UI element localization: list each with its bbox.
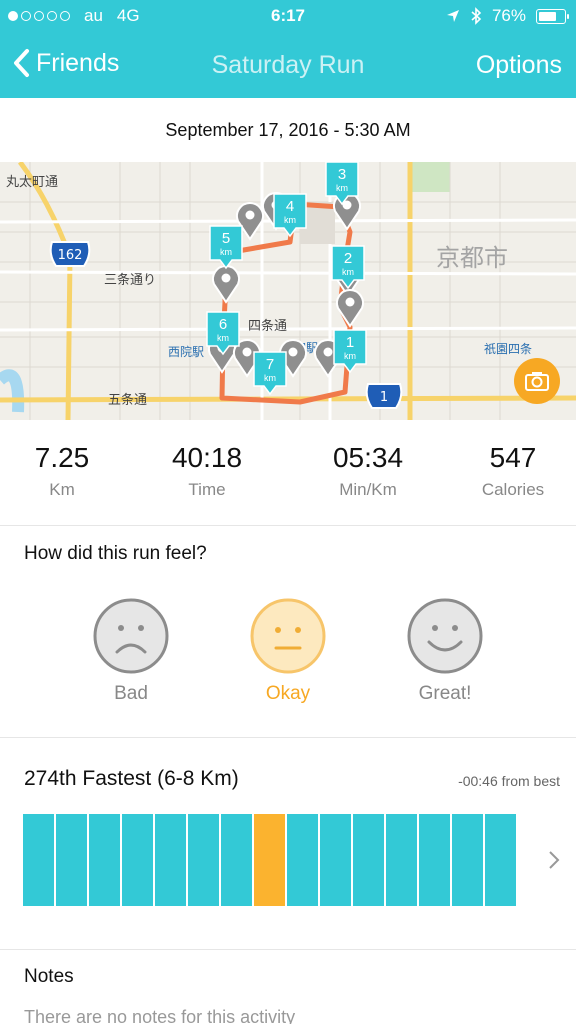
ranking-bars: [23, 814, 516, 906]
ranking-bar: [89, 814, 120, 906]
km-marker-number: 4: [286, 198, 294, 215]
km-marker-unit: km: [284, 215, 296, 225]
km-marker-number: 1: [346, 334, 354, 351]
stat-value: 40:18: [171, 442, 243, 473]
feel-great-button[interactable]: Great!: [385, 598, 505, 705]
map-label: 丸太町通: [6, 175, 58, 190]
route-1-label: 1: [380, 390, 388, 405]
status-bar: au 4G 6:17 76%: [0, 0, 576, 32]
map-label: 京都市: [436, 244, 508, 272]
happy-face-icon: [407, 598, 483, 674]
camera-icon: [525, 372, 549, 391]
battery-percent: 76%: [491, 6, 526, 25]
feel-question: How did this run feel?: [24, 543, 207, 564]
km-marker-unit: km: [217, 333, 229, 343]
route-162-shield: 162: [49, 241, 91, 267]
ranking-bar: [320, 814, 351, 906]
ranking-bar: [452, 814, 483, 906]
ranking-diff: -00:46 from best: [458, 773, 560, 789]
feel-bad-button[interactable]: Bad: [71, 598, 191, 705]
neutral-face-icon: [250, 598, 326, 674]
map-label: 三条通り: [104, 272, 156, 288]
ranking-section[interactable]: 274th Fastest (6-8 Km) -00:46 from best: [0, 738, 576, 950]
notes-text: There are no notes for this activity: [24, 1007, 296, 1024]
feel-label: Okay: [265, 683, 311, 704]
stat-label: Km: [49, 480, 75, 499]
stat-value: 05:34: [332, 442, 404, 473]
chevron-right-icon: [549, 851, 560, 869]
bluetooth-icon: [471, 7, 482, 25]
options-button[interactable]: Options: [476, 51, 562, 80]
feel-label: Great!: [418, 683, 472, 704]
sad-face-icon: [93, 598, 169, 674]
feel-okay-button[interactable]: Okay: [228, 598, 348, 705]
stat-label: Time: [188, 480, 226, 499]
ranking-bar: [419, 814, 450, 906]
header: au 4G 6:17 76% Friends Saturday Run Opti…: [0, 0, 576, 98]
notes-section: Notes There are no notes for this activi…: [0, 950, 576, 1024]
stat-time: 40:18 Time: [137, 442, 277, 500]
stat-distance: 7.25 Km: [0, 442, 132, 500]
location-icon: [446, 10, 459, 22]
ranking-bar: [155, 814, 186, 906]
km-marker-unit: km: [220, 247, 232, 257]
km-marker-number: 3: [338, 166, 346, 183]
km-marker-unit: km: [336, 183, 348, 193]
activity-date: September 17, 2016 - 5:30 AM: [165, 120, 411, 140]
map-canvas: 丸太町通 三条通り 四条通 京都市 西院駅 大宮駅 祇園四条 五条通 162 1…: [0, 162, 576, 420]
ranking-bar: [221, 814, 252, 906]
route-162-label: 162: [58, 248, 83, 263]
route-1-shield: 1: [365, 383, 403, 409]
ranking-bar: [56, 814, 87, 906]
map-label: 四条通: [248, 318, 287, 334]
ranking-bar: [23, 814, 54, 906]
ranking-bar: [353, 814, 384, 906]
km-marker-unit: km: [264, 373, 276, 383]
km-marker-number: 2: [344, 250, 352, 267]
stat-pace: 05:34 Min/Km: [298, 442, 438, 500]
stat-label: Calories: [481, 480, 545, 499]
stat-value: 547: [489, 442, 537, 473]
ranking-bar: [386, 814, 417, 906]
stat-value: 7.25: [34, 442, 90, 473]
map-label: 祇園四条: [484, 342, 532, 356]
ranking-bar: [122, 814, 153, 906]
run-stats: 7.25 Km 40:18 Time 05:34 Min/Km 547 Calo…: [0, 420, 576, 526]
ranking-bar: [287, 814, 318, 906]
ranking-bar: [485, 814, 516, 906]
route-map[interactable]: 丸太町通 三条通り 四条通 京都市 西院駅 大宮駅 祇園四条 五条通 162 1…: [0, 162, 576, 420]
add-photo-button[interactable]: [514, 358, 560, 404]
km-marker-number: 7: [266, 356, 274, 373]
ranking-bar: [188, 814, 219, 906]
stat-calories: 547 Calories: [443, 442, 576, 500]
map-label: 五条通: [108, 392, 147, 408]
notes-heading: Notes: [24, 966, 74, 987]
feel-label: Bad: [114, 683, 148, 704]
nav-bar: Friends Saturday Run Options: [0, 44, 576, 88]
battery-icon: [536, 8, 569, 24]
map-label: 西院駅: [168, 345, 204, 359]
km-marker-number: 6: [219, 316, 227, 333]
km-marker-unit: km: [342, 267, 354, 277]
ranking-title: 274th Fastest (6-8 Km): [24, 767, 239, 790]
stat-label: Min/Km: [339, 480, 397, 499]
feel-section: How did this run feel? Bad Okay Great!: [0, 526, 576, 738]
km-marker-unit: km: [344, 351, 356, 361]
km-marker-number: 5: [222, 230, 230, 247]
ranking-bar-current: [254, 814, 285, 906]
